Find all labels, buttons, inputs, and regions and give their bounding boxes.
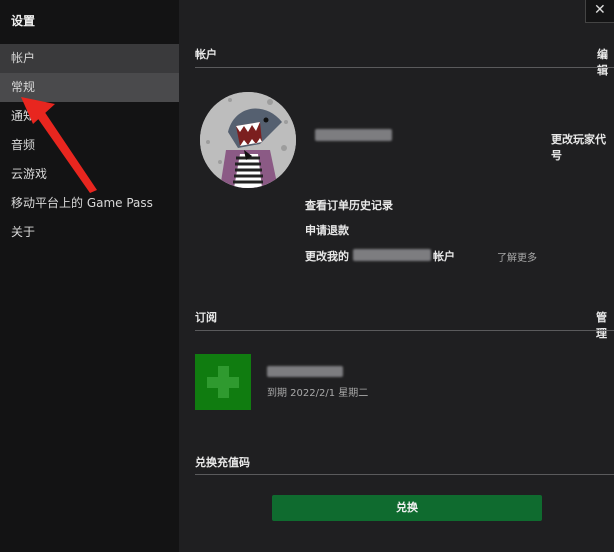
annotation-arrow-icon [21, 97, 97, 193]
